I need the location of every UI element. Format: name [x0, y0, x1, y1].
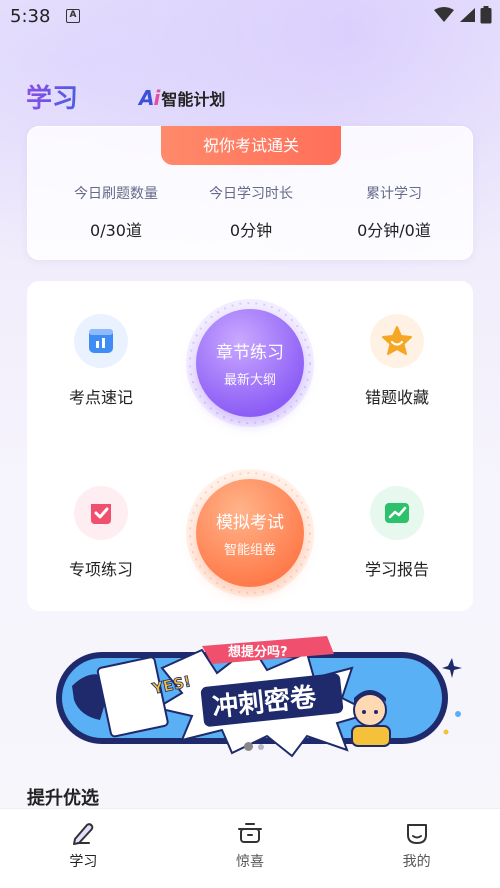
stat-today-duration: 今日学习时长 0分钟 — [177, 183, 325, 241]
notebook-icon — [89, 329, 113, 353]
promo-bubble-text: 想提分吗? — [228, 644, 288, 660]
stat-label: 累计学习 — [366, 186, 422, 202]
chapter-practice-circle: 章节练习 最新大纲 — [196, 309, 304, 417]
ai-plan-logo[interactable]: Ai 智能计划 — [139, 86, 225, 110]
feature-study-report[interactable]: 学习报告 — [337, 486, 457, 580]
status-time: 5:38 — [10, 6, 51, 27]
tab-mine[interactable]: 我的 — [333, 809, 500, 888]
bottom-tab-bar: 学习 惊喜 我的 — [0, 808, 500, 888]
stat-label: 今日学习时长 — [209, 186, 293, 202]
feature-label: 专项练习 — [68, 560, 133, 579]
stat-today-questions: 今日刷题数量 0/30道 — [42, 183, 190, 241]
ai-logo-icon: Ai — [139, 86, 160, 110]
section-title: 提升优选 — [27, 788, 99, 809]
stats-banner: 祝你考试通关 — [161, 126, 341, 165]
mock-exam-button[interactable]: 模拟考试 智能组卷 — [184, 467, 316, 599]
tab-label: 学习 — [69, 854, 98, 870]
tab-surprise[interactable]: 惊喜 — [167, 809, 334, 888]
practice-card: 考点速记 错题收藏 专项练习 学习报告 章节练习 最新大纲 模拟考试 智能组卷 — [27, 281, 473, 611]
pen-icon — [73, 823, 94, 845]
stat-label: 今日刷题数量 — [74, 186, 158, 202]
page-title: 学习 — [26, 78, 78, 115]
star-icon — [382, 326, 412, 355]
tab-label: 我的 — [402, 854, 431, 870]
feature-label: 错题收藏 — [364, 388, 429, 407]
feature-label: 考点速记 — [68, 388, 133, 407]
report-icon — [385, 503, 409, 523]
feature-icon-bg — [74, 486, 128, 540]
status-icons — [434, 6, 492, 24]
battery-icon — [480, 6, 492, 24]
tab-study[interactable]: 学习 — [0, 809, 167, 888]
status-bar: 5:38 A — [0, 0, 500, 34]
carousel-indicator — [244, 742, 264, 751]
chapter-practice-title: 章节练习 — [216, 343, 284, 363]
chapter-practice-subtitle: 最新大纲 — [223, 373, 276, 388]
ai-plan-label: 智能计划 — [161, 90, 226, 109]
promo-banner[interactable]: 想提分吗? YES! 冲刺密卷 — [52, 628, 464, 758]
stat-value: 0/30道 — [90, 221, 142, 240]
mock-exam-title: 模拟考试 — [216, 513, 284, 533]
feature-icon-bg — [370, 486, 424, 540]
stat-value: 0分钟 — [229, 221, 273, 240]
feature-icon-bg — [74, 314, 128, 368]
feature-wrong-questions[interactable]: 错题收藏 — [337, 314, 457, 408]
mock-exam-circle: 模拟考试 智能组卷 — [196, 479, 304, 587]
gift-box-icon — [238, 823, 262, 843]
feature-special-practice[interactable]: 专项练习 — [41, 486, 161, 580]
wifi-icon — [434, 7, 454, 22]
stat-value: 0分钟/0道 — [357, 221, 431, 240]
signal-icon — [460, 8, 475, 22]
mock-exam-subtitle: 智能组卷 — [223, 543, 276, 558]
stat-total: 累计学习 0分钟/0道 — [320, 183, 468, 241]
carousel-dot-active[interactable] — [244, 742, 253, 751]
feature-icon-bg — [370, 314, 424, 368]
chapter-practice-button[interactable]: 章节练习 最新大纲 — [184, 297, 316, 429]
notification-icon: A — [66, 9, 80, 23]
stats-card: 祝你考试通关 今日刷题数量 0/30道 今日学习时长 0分钟 累计学习 0分钟/… — [27, 126, 473, 260]
feature-label: 学习报告 — [364, 560, 429, 579]
tab-label: 惊喜 — [236, 854, 264, 870]
profile-icon — [406, 824, 427, 844]
checkmark-icon — [91, 504, 111, 524]
feature-key-points[interactable]: 考点速记 — [41, 314, 161, 408]
carousel-dot[interactable] — [258, 743, 264, 750]
